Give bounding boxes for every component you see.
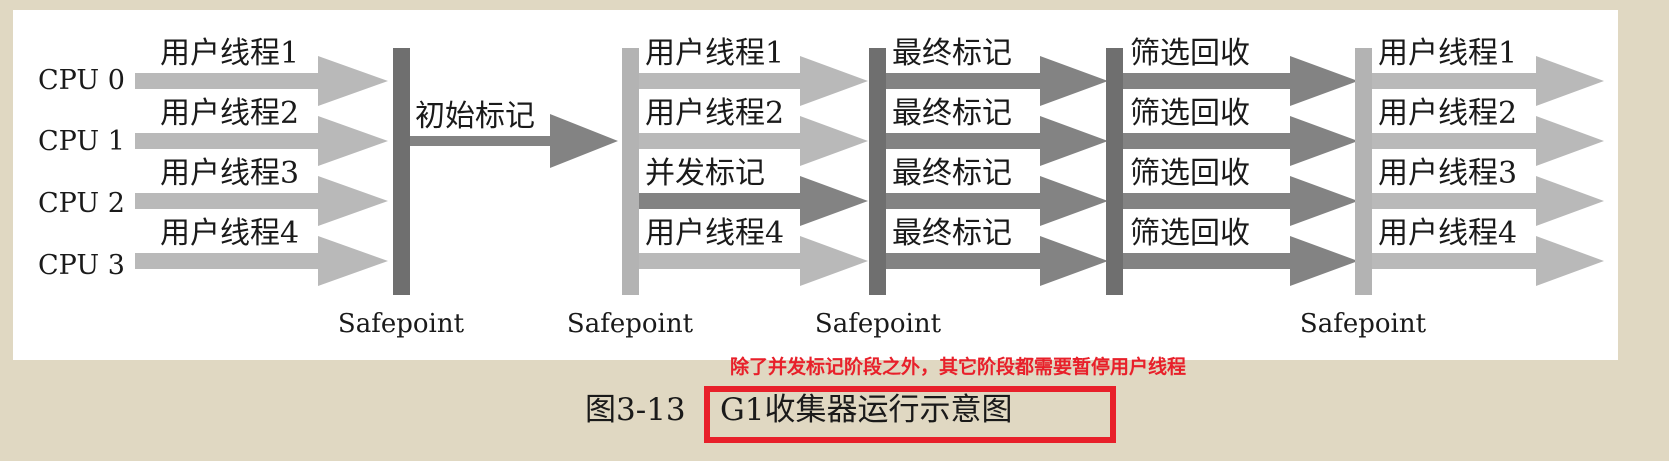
final-mark-label: 最终标记 — [892, 156, 1012, 191]
thread-label: 用户线程2 — [645, 96, 784, 131]
safepoint-label: Safepoint — [815, 309, 942, 339]
evacuation-label: 筛选回收 — [1130, 96, 1250, 131]
annotation-note: 除了并发标记阶段之外，其它阶段都需要暂停用户线程 — [730, 355, 1186, 378]
concurrent-mark-label: 并发标记 — [645, 156, 765, 191]
final-mark-label: 最终标记 — [892, 96, 1012, 131]
safepoint-bar — [393, 48, 410, 295]
cpu-label: CPU 3 — [38, 250, 125, 281]
safepoint-label: Safepoint — [567, 309, 694, 339]
initial-mark-label: 初始标记 — [415, 99, 535, 134]
thread-label: 用户线程3 — [160, 156, 299, 191]
final-mark-label: 最终标记 — [892, 216, 1012, 251]
thread-label: 用户线程4 — [1378, 216, 1517, 251]
g1-collector-diagram: CPU 0 CPU 1 CPU 2 CPU 3 用户线程1 用户线程2 用户线程… — [13, 10, 1618, 443]
cpu-label: CPU 1 — [38, 126, 125, 157]
evacuation-label: 筛选回收 — [1130, 216, 1250, 251]
thread-label: 用户线程1 — [160, 36, 299, 71]
thread-label: 用户线程1 — [1378, 36, 1517, 71]
safepoint-label: Safepoint — [338, 309, 465, 339]
figure-number: 图3-13 — [585, 392, 686, 428]
safepoint-bar — [1355, 48, 1372, 295]
thread-label: 用户线程2 — [160, 96, 299, 131]
final-mark-label: 最终标记 — [892, 36, 1012, 71]
safepoint-bar — [869, 48, 886, 295]
safepoint-bar — [1106, 48, 1123, 295]
evacuation-label: 筛选回收 — [1130, 36, 1250, 71]
thread-label: 用户线程1 — [645, 36, 784, 71]
evacuation-label: 筛选回收 — [1130, 156, 1250, 191]
cpu-label: CPU 2 — [38, 188, 125, 219]
thread-label: 用户线程2 — [1378, 96, 1517, 131]
safepoint-label: Safepoint — [1300, 309, 1427, 339]
figure-stage: CPU 0 CPU 1 CPU 2 CPU 3 用户线程1 用户线程2 用户线程… — [0, 0, 1669, 461]
thread-label: 用户线程3 — [1378, 156, 1517, 191]
thread-label: 用户线程4 — [160, 216, 299, 251]
figure-title: G1收集器运行示意图 — [720, 392, 1013, 428]
safepoint-bar — [622, 48, 639, 295]
thread-label: 用户线程4 — [645, 216, 784, 251]
cpu-label: CPU 0 — [38, 65, 125, 96]
